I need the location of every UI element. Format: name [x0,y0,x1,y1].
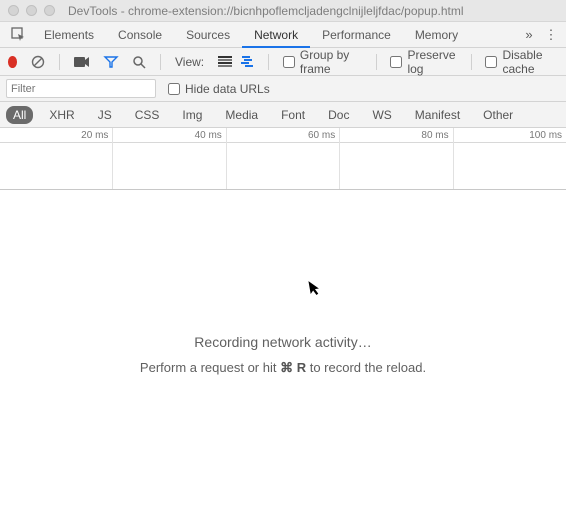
type-chip-xhr[interactable]: XHR [42,106,81,124]
cursor-icon [308,279,323,300]
network-toolbar: View: Group by frame Preserve log Disabl… [0,48,566,76]
tab-memory[interactable]: Memory [403,22,470,48]
kebab-menu-icon[interactable]: ⋮ [540,27,562,43]
type-chip-doc[interactable]: Doc [321,106,356,124]
toolbar-divider [471,54,472,70]
tab-sources[interactable]: Sources [174,22,242,48]
hide-data-urls-label: Hide data URLs [185,82,270,96]
inspect-element-icon[interactable] [4,22,32,48]
clear-icon[interactable] [31,55,45,69]
zoom-window-icon[interactable] [44,5,55,16]
type-chip-all[interactable]: All [6,106,33,124]
hide-data-urls-checkbox[interactable]: Hide data URLs [168,82,270,96]
timeline-segment: 40 ms [113,128,226,189]
timeline-tick-label: 40 ms [195,130,222,141]
timeline-segment: 20 ms [0,128,113,189]
type-chip-css[interactable]: CSS [128,106,167,124]
timeline-overview[interactable]: 20 ms 40 ms 60 ms 80 ms 100 ms [0,128,566,190]
tab-console[interactable]: Console [106,22,174,48]
disable-cache-checkbox[interactable]: Disable cache [485,48,558,76]
toolbar-divider [268,54,269,70]
record-button[interactable] [8,56,17,68]
disable-cache-input[interactable] [485,56,497,68]
waterfall-icon[interactable] [240,56,254,67]
disable-cache-label: Disable cache [502,48,558,76]
overflow-tabs-icon[interactable]: » [518,27,540,42]
traffic-lights [8,5,55,16]
timeline-segment: 80 ms [340,128,453,189]
empty-state-message: Recording network activity… Perform a re… [0,334,566,376]
group-by-frame-label: Group by frame [300,48,362,76]
type-chip-font[interactable]: Font [274,106,312,124]
panel-tabs: ElementsConsoleSourcesNetworkPerformance… [0,22,566,48]
toolbar-divider [376,54,377,70]
toolbar-divider [59,54,60,70]
search-icon[interactable] [132,55,146,69]
filter-input[interactable] [6,79,156,98]
timeline-tick-label: 80 ms [421,130,448,141]
type-chip-media[interactable]: Media [218,106,265,124]
window-titlebar: DevTools - chrome-extension://bicnhpofle… [0,0,566,22]
window-title: DevTools - chrome-extension://bicnhpofle… [68,4,464,18]
tab-network[interactable]: Network [242,22,310,48]
type-chip-manifest[interactable]: Manifest [408,106,467,124]
screenshot-icon[interactable] [74,56,90,68]
close-window-icon[interactable] [8,5,19,16]
tab-elements[interactable]: Elements [32,22,106,48]
timeline-tick-label: 60 ms [308,130,335,141]
type-chip-js[interactable]: JS [91,106,119,124]
requests-area: Recording network activity… Perform a re… [0,190,566,510]
filter-icon[interactable] [104,56,118,68]
type-chip-other[interactable]: Other [476,106,520,124]
hint-text: Perform a request or hit ⌘ R to record t… [0,360,566,376]
toolbar-divider [160,54,161,70]
group-by-frame-checkbox[interactable]: Group by frame [283,48,362,76]
preserve-log-label: Preserve log [407,48,456,76]
view-label: View: [175,55,204,69]
resource-type-filter: All XHR JS CSS Img Media Font Doc WS Manifest Othe… [0,102,566,128]
preserve-log-checkbox[interactable]: Preserve log [390,48,456,76]
type-chip-ws[interactable]: WS [365,106,398,124]
timeline-tick-label: 20 ms [81,130,108,141]
group-by-frame-input[interactable] [283,56,295,68]
large-rows-icon[interactable] [218,56,232,67]
minimize-window-icon[interactable] [26,5,37,16]
tab-performance[interactable]: Performance [310,22,403,48]
timeline-segment: 100 ms [454,128,566,189]
timeline-segment: 60 ms [227,128,340,189]
timeline-tick-label: 100 ms [529,130,562,141]
filter-bar: Hide data URLs [0,76,566,102]
preserve-log-input[interactable] [390,56,402,68]
type-chip-img[interactable]: Img [175,106,209,124]
shortcut-key: ⌘ R [280,360,306,375]
recording-text: Recording network activity… [0,334,566,350]
hide-data-urls-input[interactable] [168,83,180,95]
